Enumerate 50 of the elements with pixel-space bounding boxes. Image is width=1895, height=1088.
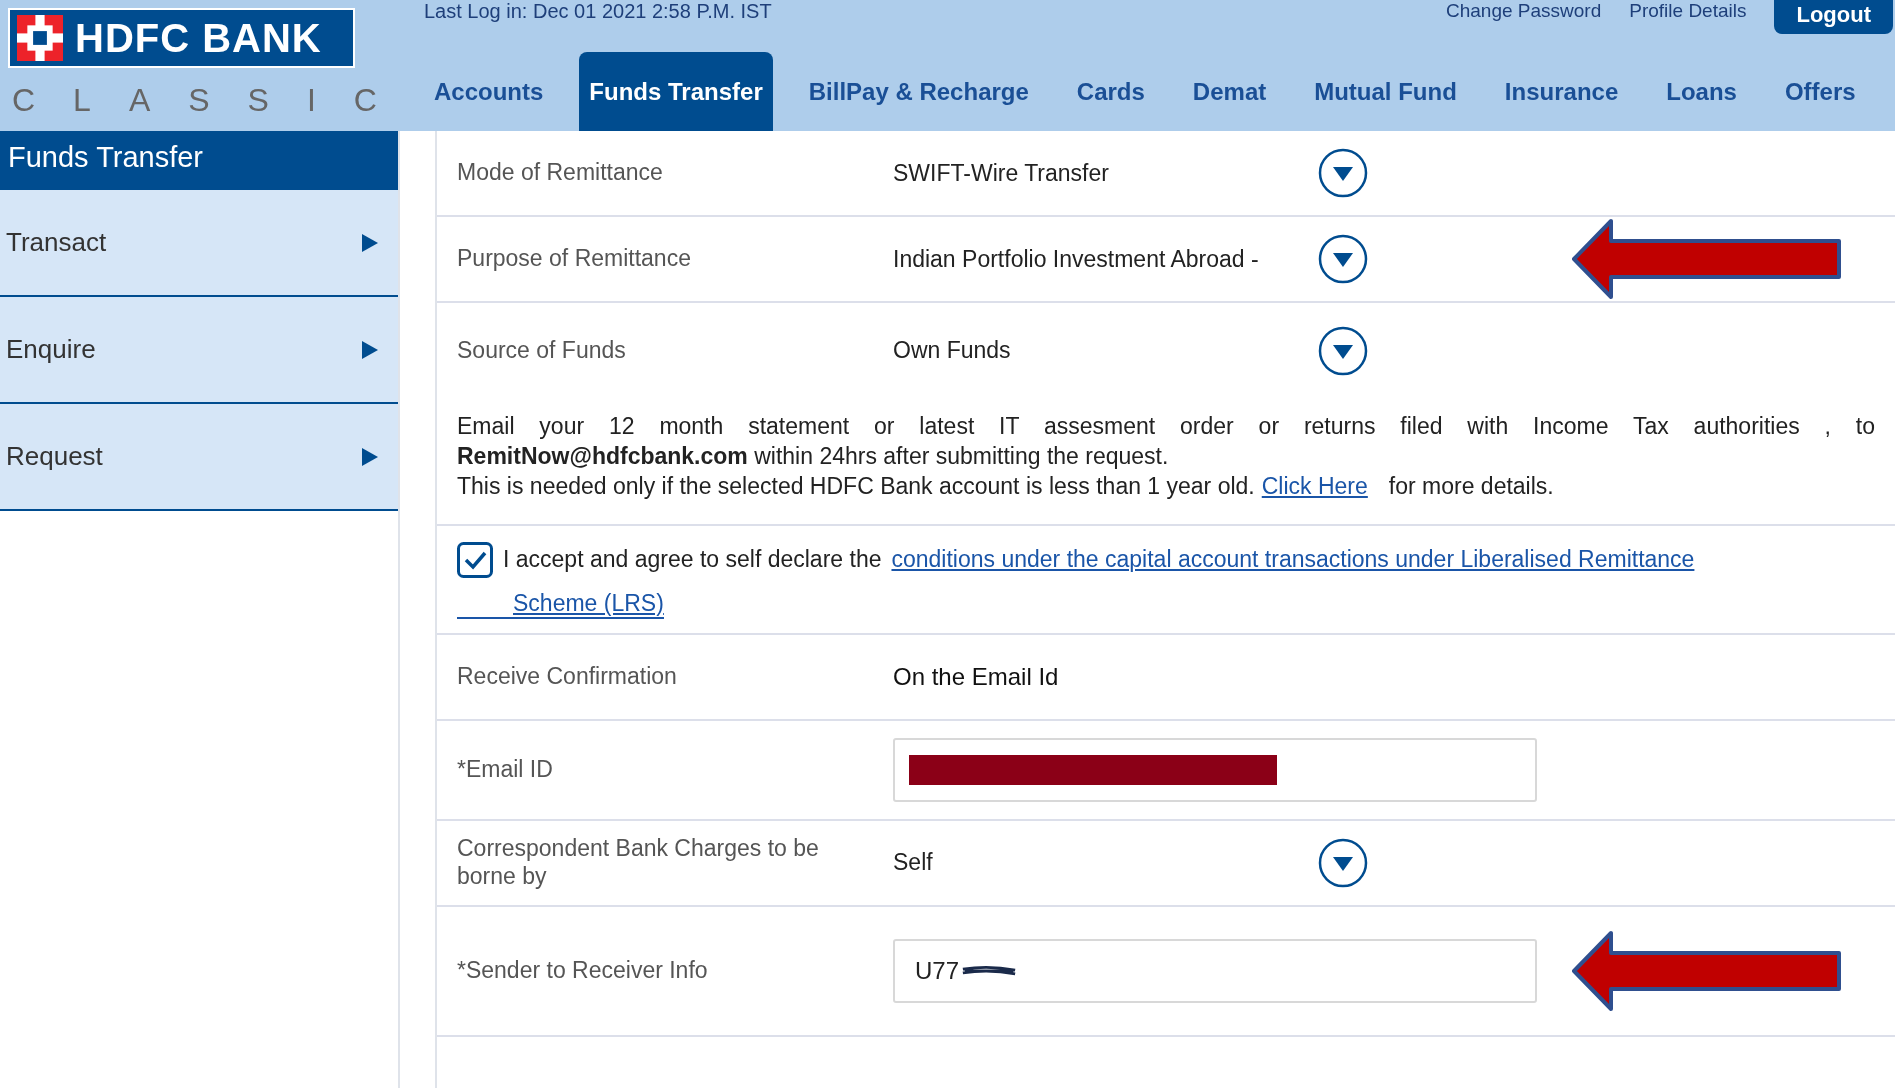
select-field[interactable]: Own Funds <box>893 337 1318 364</box>
sub-brand: CLASSIC <box>11 82 410 119</box>
field-label: Receive Confirmation <box>457 662 678 691</box>
dropdown-icon[interactable] <box>1318 837 1368 888</box>
nav-tab[interactable]: Funds Transfer <box>579 52 773 131</box>
notice-text: This is needed only if the selected HDFC Bank account is less than 1 year old. <box>457 471 1255 501</box>
notice-text: for more details. <box>1388 471 1554 501</box>
field-label: *Sender to Receiver Info <box>457 956 709 985</box>
conditions-link[interactable]: Scheme (LRS) <box>513 589 664 616</box>
nav-tab[interactable]: Cards <box>1052 52 1169 131</box>
logout-button[interactable]: Logout <box>1774 0 1893 34</box>
logo-mark-icon <box>17 15 63 61</box>
select-field[interactable]: Self <box>893 849 1318 877</box>
triangle-icon <box>362 447 378 466</box>
sidebar-item[interactable]: Transact <box>0 190 398 297</box>
last-login: Last Log in: Dec 01 2021 2:58 P.M. IST <box>424 0 772 23</box>
nav-tab[interactable]: BillPay & Recharge <box>784 52 1053 131</box>
sidebar-item[interactable]: Enquire <box>0 297 398 404</box>
dropdown-icon[interactable] <box>1318 148 1368 198</box>
triangle-icon <box>362 233 378 252</box>
select-field[interactable]: Indian Portfolio Investment Abroad - <box>893 245 1318 273</box>
field-value: On the Email Id <box>893 661 1059 692</box>
top-link[interactable]: Change Password <box>1446 0 1602 22</box>
nav-tab[interactable]: Loans <box>1642 52 1761 131</box>
logo-text: HDFC BANK <box>75 15 322 61</box>
dropdown-icon[interactable] <box>1318 325 1368 376</box>
nav-tab[interactable]: Demat <box>1168 52 1291 131</box>
notice-text: RemitNow@hdfcbank.com within 24hrs after submitting the request. <box>457 441 1170 471</box>
agreement-text: I accept and agree to self declare the <box>503 546 882 574</box>
sidebar-title: Funds Transfer <box>0 131 398 190</box>
nav-tab[interactable]: Insurance <box>1480 52 1643 131</box>
field-label: *Email ID <box>457 755 554 784</box>
nav-tab[interactable]: Mutual Fund <box>1290 52 1481 131</box>
details-link[interactable]: Click Here <box>1261 471 1368 502</box>
field-label: Source of Funds <box>457 336 627 365</box>
triangle-icon <box>362 340 378 359</box>
nav-tab[interactable]: Accounts <box>410 52 568 131</box>
sidebar-item[interactable]: Request <box>0 404 398 511</box>
field-label: Purpose of Remittance <box>457 245 692 273</box>
field-label: Correspondent Bank Charges to be borne by <box>457 835 820 891</box>
top-link[interactable]: Profile Details <box>1629 0 1747 22</box>
dropdown-icon[interactable] <box>1318 234 1368 284</box>
input-field[interactable] <box>893 737 1537 802</box>
nav-tab[interactable]: Offers <box>1760 52 1880 131</box>
notice-text: Email your 12 month statement or latest IT assesment order or returns filed with Income Tax authorities , to <box>457 412 1875 441</box>
field-label: Mode of Remittance <box>457 159 664 187</box>
checkbox[interactable] <box>457 541 493 578</box>
input-field[interactable]: U77 <box>893 938 1537 1003</box>
conditions-link[interactable]: conditions under the capital account transactions under Liberalised Remittance <box>891 546 1695 574</box>
select-field[interactable]: SWIFT-Wire Transfer <box>893 159 1318 187</box>
